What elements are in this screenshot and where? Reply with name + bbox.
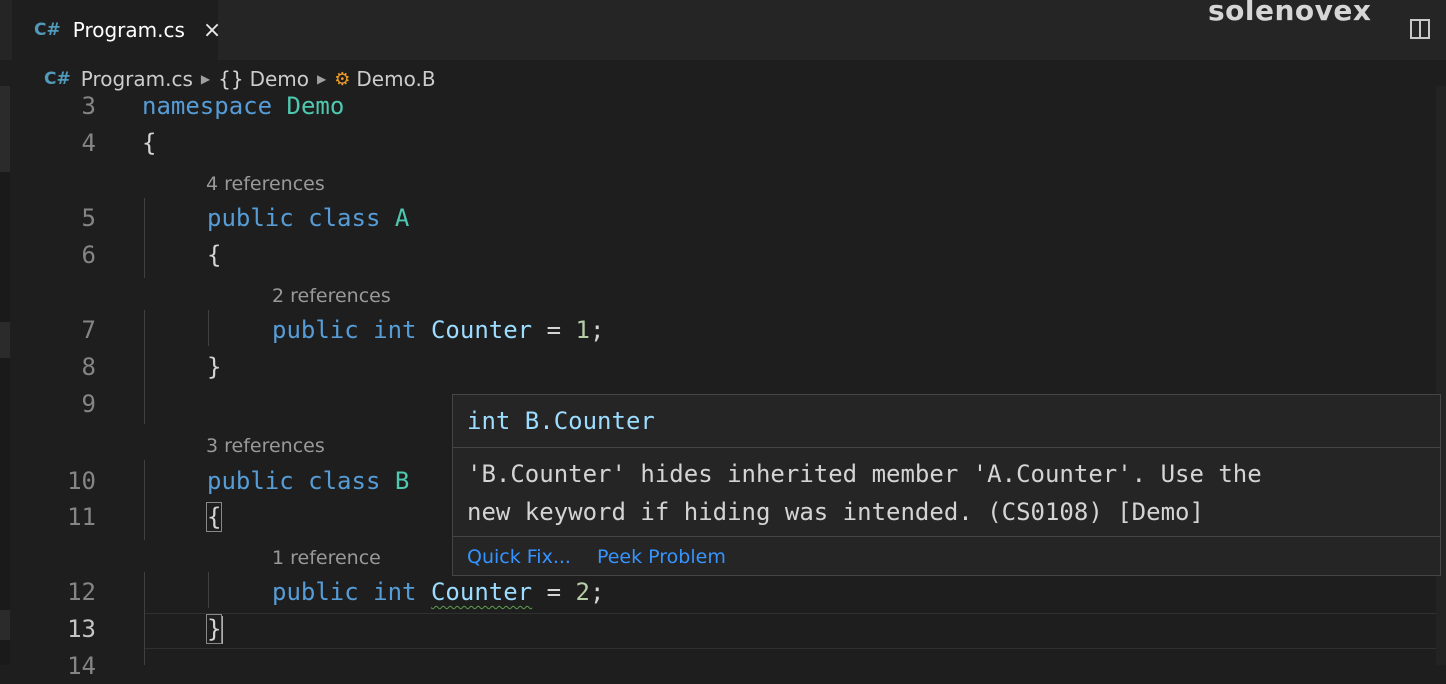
hover-actions: Quick Fix... Peek Problem [467, 541, 752, 573]
watermark: solenovex [1208, 0, 1372, 27]
indent-guide [144, 198, 145, 278]
vertical-scrollbar[interactable] [1436, 86, 1446, 665]
tab-program-cs[interactable]: C# Program.cs × [12, 0, 221, 60]
split-editor-icon[interactable] [1410, 19, 1430, 39]
codelens-references[interactable]: 4 references [206, 172, 325, 196]
code-line-10[interactable]: public class B [207, 463, 409, 499]
keyword: public [272, 578, 359, 606]
keyword: int [373, 316, 417, 344]
code-editor[interactable]: 3 4 5 6 7 8 9 10 11 12 13 14 namespace D… [0, 86, 1446, 680]
csharp-file-icon: C# [34, 20, 61, 40]
close-icon[interactable]: × [203, 18, 221, 43]
operator: = [546, 578, 562, 606]
brace: } [207, 353, 222, 381]
semicolon: ; [589, 316, 605, 344]
keyword: int [373, 578, 417, 606]
code-line-4[interactable]: { [142, 125, 156, 161]
code-line-8[interactable]: } [207, 349, 221, 385]
keyword: public [207, 204, 294, 232]
code-line-7[interactable]: public int Counter = 1; [272, 312, 604, 348]
number-literal: 1 [575, 316, 590, 344]
brace-matched: { [205, 502, 223, 532]
number-literal: 2 [575, 578, 590, 606]
code-line-5[interactable]: public class A [207, 200, 409, 236]
keyword: class [308, 204, 381, 232]
indent-guide [144, 310, 145, 424]
field-name-warning[interactable]: Counter [431, 578, 532, 606]
line-number: 7 [81, 316, 96, 344]
line-number-current: 13 [67, 615, 96, 643]
code-line-3[interactable]: namespace Demo [142, 88, 344, 124]
left-gutter-strip [0, 86, 10, 665]
class-name: A [394, 204, 410, 232]
hover-diagnostic-message: 'B.Counter' hides inherited member 'A.Co… [467, 455, 1427, 531]
indent-guide [144, 460, 145, 540]
hover-signature: int B.Counter [467, 407, 655, 435]
chevron-right-icon: ▶ [200, 72, 211, 86]
hover-widget: int B.Counter 'B.Counter' hides inherite… [452, 394, 1441, 576]
codelens-references[interactable]: 1 reference [272, 546, 381, 570]
line-number: 11 [67, 503, 96, 531]
line-number: 14 [67, 652, 96, 680]
code-line-12[interactable]: public int Counter = 2; [272, 574, 604, 610]
line-number: 10 [67, 467, 96, 495]
indent-guide [208, 572, 209, 608]
line-number: 9 [81, 390, 96, 418]
brace: { [142, 129, 157, 157]
indent-guide [208, 310, 209, 346]
namespace-name: Demo [286, 92, 345, 120]
peek-problem-link[interactable]: Peek Problem [597, 546, 726, 568]
field-name: Counter [430, 316, 533, 344]
class-name: B [394, 467, 410, 495]
code-line-11[interactable]: { [205, 499, 223, 535]
codelens-references[interactable]: 2 references [272, 284, 391, 308]
brace-matched: } [205, 614, 223, 644]
semicolon: ; [589, 578, 605, 606]
line-number: 4 [81, 129, 96, 157]
hover-message-line-1: 'B.Counter' hides inherited member 'A.Co… [467, 460, 1262, 488]
line-number: 3 [81, 92, 96, 120]
tab-bar: C# Program.cs × solenovex [0, 0, 1446, 60]
operator: = [546, 316, 562, 344]
hover-message-line-2: new keyword if hiding was intended. (CS0… [467, 498, 1204, 526]
code-line-6[interactable]: { [207, 237, 221, 273]
quick-fix-link[interactable]: Quick Fix... [467, 546, 571, 568]
chevron-right-icon: ▶ [317, 72, 327, 86]
current-line-highlight [144, 613, 1436, 649]
tab-label: Program.cs [72, 18, 185, 42]
divider [453, 536, 1440, 537]
line-number: 5 [81, 204, 96, 232]
text-cursor [221, 616, 224, 644]
indent-guide [144, 572, 145, 665]
code-line-13[interactable]: } [205, 611, 224, 647]
keyword: public [272, 316, 359, 344]
keyword: public [207, 467, 294, 495]
line-number: 12 [67, 578, 96, 606]
divider [453, 447, 1440, 448]
line-number: 8 [81, 353, 96, 381]
line-number: 6 [81, 241, 96, 269]
keyword: namespace [142, 92, 273, 120]
keyword: class [308, 467, 381, 495]
codelens-references[interactable]: 3 references [206, 434, 325, 458]
brace: { [207, 241, 222, 269]
